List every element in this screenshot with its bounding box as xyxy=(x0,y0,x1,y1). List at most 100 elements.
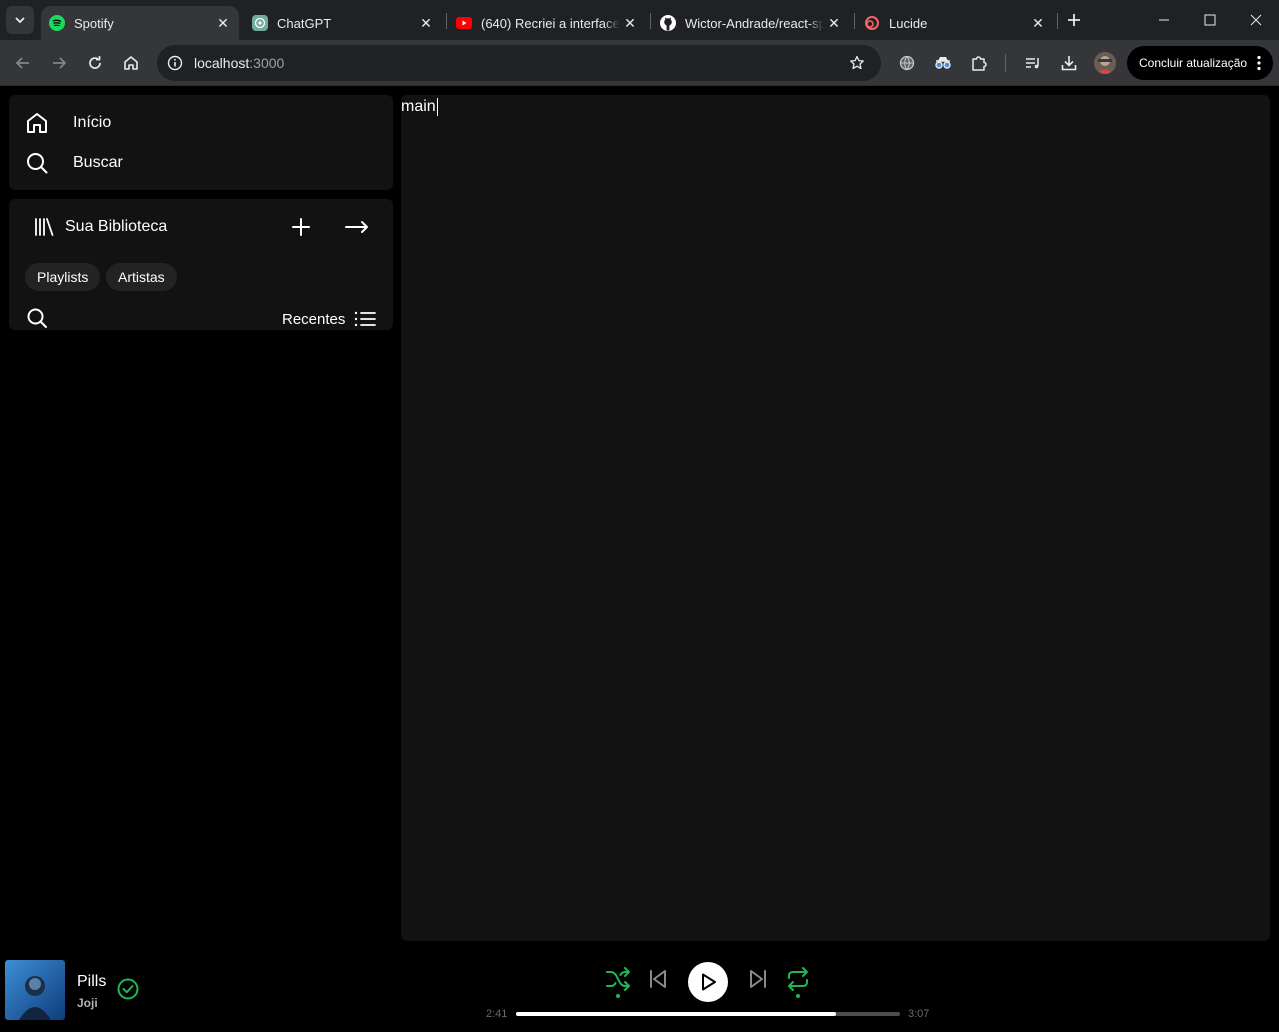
extensions-button[interactable] xyxy=(967,51,991,75)
sidebar-item-inicio[interactable]: Início xyxy=(25,109,111,137)
total-time: 3:07 xyxy=(908,1008,930,1020)
shuffle-button[interactable] xyxy=(605,966,631,992)
update-label: Concluir atualização xyxy=(1139,56,1248,70)
incognito-extension-button[interactable] xyxy=(931,51,955,75)
tab-title: Lucide xyxy=(889,15,928,31)
maximize-button[interactable] xyxy=(1187,0,1233,40)
main-content: main xyxy=(401,95,1270,941)
reload-button[interactable] xyxy=(83,51,107,75)
minimize-icon xyxy=(1159,19,1169,21)
tab-separator xyxy=(650,13,651,29)
tab-lucide[interactable]: Lucide ✕ xyxy=(856,6,1054,40)
skip-forward-icon xyxy=(750,970,766,988)
tab-github[interactable]: Wictor-Andrade/react-sp ✕ xyxy=(652,6,850,40)
address-bar[interactable]: localhost:3000 xyxy=(157,45,881,81)
expand-library-button[interactable] xyxy=(345,215,369,239)
create-playlist-button[interactable] xyxy=(289,215,313,239)
home-icon xyxy=(27,113,47,133)
song-title[interactable]: Pills xyxy=(77,973,106,991)
close-icon[interactable]: ✕ xyxy=(824,13,844,33)
media-control-button[interactable] xyxy=(1021,51,1045,75)
youtube-icon xyxy=(456,15,472,31)
lucide-icon xyxy=(864,15,880,31)
close-window-button[interactable] xyxy=(1233,0,1279,40)
next-button[interactable] xyxy=(745,966,771,992)
arrow-right-icon xyxy=(345,221,368,233)
repeat-button[interactable] xyxy=(785,966,811,992)
tab-chatgpt[interactable]: ChatGPT ✕ xyxy=(244,6,442,40)
url-text: localhost:3000 xyxy=(194,55,284,71)
progress-fill xyxy=(516,1012,836,1016)
shuffle-active-dot xyxy=(616,994,620,998)
tab-title: ChatGPT xyxy=(277,15,332,31)
filter-chip-artistas[interactable]: Artistas xyxy=(106,263,177,291)
tab-spotify[interactable]: Spotify ✕ xyxy=(41,6,239,40)
library-header[interactable]: Sua Biblioteca xyxy=(33,215,167,239)
puzzle-icon xyxy=(972,56,987,71)
close-icon[interactable]: ✕ xyxy=(416,13,436,33)
progress-bar[interactable] xyxy=(516,1012,900,1016)
artist-name[interactable]: Joji xyxy=(77,996,98,1010)
tab-separator xyxy=(446,13,447,29)
sidebar-item-label: Início xyxy=(73,114,112,131)
sidebar-nav: Início Buscar xyxy=(9,95,393,190)
update-browser-button[interactable]: Concluir atualização xyxy=(1127,46,1273,80)
filter-chip-playlists[interactable]: Playlists xyxy=(25,263,101,291)
search-icon xyxy=(27,308,47,328)
tab-separator xyxy=(1057,13,1058,29)
tab-search-button[interactable] xyxy=(6,6,34,34)
arrow-left-icon xyxy=(15,57,29,69)
list-icon xyxy=(355,311,377,327)
home-button[interactable] xyxy=(119,51,143,75)
download-icon xyxy=(1061,56,1077,71)
home-icon xyxy=(124,56,138,70)
album-cover[interactable] xyxy=(5,960,65,1020)
sidebar-item-label: Buscar xyxy=(73,154,123,171)
liked-button[interactable] xyxy=(117,978,139,1000)
play-icon xyxy=(702,973,716,991)
close-icon[interactable]: ✕ xyxy=(620,13,640,33)
profile-picture-icon xyxy=(1094,52,1116,74)
sort-recentes-button[interactable]: Recentes xyxy=(282,310,377,328)
profile-avatar[interactable] xyxy=(1094,52,1116,74)
back-button[interactable] xyxy=(11,51,35,75)
repeat-icon xyxy=(788,967,808,991)
sidebar-item-buscar[interactable]: Buscar xyxy=(25,149,123,177)
browser-toolbar: localhost:3000 Concluir atualização xyxy=(0,40,1279,86)
library-search-button[interactable] xyxy=(25,306,49,330)
url-port: :3000 xyxy=(249,55,285,71)
spotify-app: Início Buscar Sua Biblioteca Playlists A… xyxy=(0,87,1279,1032)
tab-title: Spotify xyxy=(74,15,114,31)
search-icon xyxy=(27,153,48,174)
minimize-button[interactable] xyxy=(1141,0,1187,40)
new-tab-button[interactable] xyxy=(1062,8,1086,32)
previous-button[interactable] xyxy=(645,966,671,992)
spotify-icon xyxy=(49,15,65,31)
player-bar: Pills Joji 2:41 3:07 xyxy=(0,950,1279,1032)
github-icon xyxy=(660,15,676,31)
main-placeholder-text: main xyxy=(401,98,438,116)
tab-separator xyxy=(854,13,855,29)
star-icon[interactable] xyxy=(847,53,867,73)
info-icon[interactable] xyxy=(165,53,185,73)
forward-button[interactable] xyxy=(47,51,71,75)
chatgpt-icon xyxy=(252,15,268,31)
translate-extension-button[interactable] xyxy=(895,51,919,75)
glasses-icon xyxy=(935,57,951,69)
more-vertical-icon xyxy=(1257,55,1261,71)
library-title: Sua Biblioteca xyxy=(65,218,168,235)
close-icon[interactable]: ✕ xyxy=(1028,13,1048,33)
play-button[interactable] xyxy=(688,962,728,1002)
album-art-icon xyxy=(5,960,65,1020)
close-icon xyxy=(1250,14,1262,26)
toolbar-separator xyxy=(1005,54,1006,72)
arrow-right-icon xyxy=(53,57,67,69)
plus-icon xyxy=(1068,14,1080,26)
close-icon[interactable]: ✕ xyxy=(213,13,233,33)
plus-icon xyxy=(292,218,310,236)
tab-youtube[interactable]: (640) Recriei a interface d ✕ xyxy=(448,6,646,40)
repeat-active-dot xyxy=(796,994,800,998)
downloads-button[interactable] xyxy=(1057,51,1081,75)
tab-title: (640) Recriei a interface d xyxy=(481,15,620,31)
library-icon xyxy=(35,218,54,236)
